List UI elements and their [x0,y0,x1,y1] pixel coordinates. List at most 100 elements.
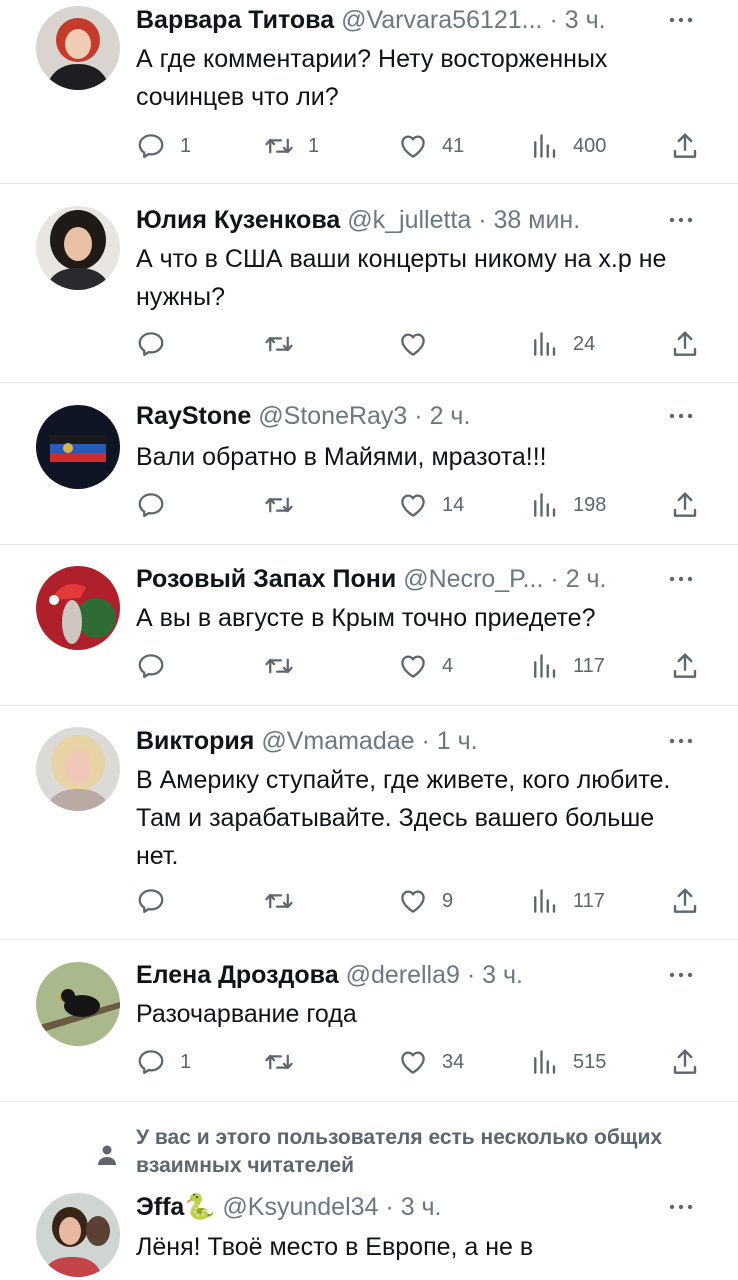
more-dots-icon[interactable] [664,562,698,596]
more-dots-icon[interactable] [664,3,698,37]
views-count: 515 [573,1051,607,1073]
reply-button[interactable] [136,328,180,360]
like-count: 34 [442,1051,465,1073]
author-name[interactable]: Юлия Кузенкова [136,206,340,234]
like-button[interactable]: 4 [398,650,453,682]
views-count: 117 [573,655,605,677]
timestamp[interactable]: 3 ч. [401,1193,442,1221]
more-dots-icon[interactable] [664,724,698,758]
author-handle[interactable]: @derella9 [346,961,460,989]
tweet-header: Розовый Запах Пони @Necro_P... · 2 ч. [136,562,698,596]
tweet-header: RayStone @StoneRay3 · 2 ч. [136,399,698,433]
share-button[interactable] [670,328,700,360]
reply-button[interactable]: 1 [136,130,191,162]
like-button[interactable]: 34 [398,1046,464,1078]
author-handle[interactable]: @Varvara56121... [341,6,542,34]
tweet-header: Виктория @Vmamadae · 1 ч. [136,724,698,758]
like-button[interactable]: 41 [398,130,464,162]
timestamp[interactable]: 2 ч. [430,402,471,430]
like-button[interactable]: 9 [398,885,453,917]
tweet-actions: 14 198 [136,489,706,521]
like-button[interactable] [398,328,442,360]
avatar[interactable] [36,727,120,811]
retweet-button[interactable] [264,885,308,917]
author-handle[interactable]: @StoneRay3 [258,402,407,430]
avatar[interactable] [36,405,120,489]
tweet-1[interactable]: Варвара Титова @Varvara56121... · 3 ч. А… [0,0,738,184]
avatar[interactable] [36,962,120,1046]
tweet-text: В Америку ступайте, где живете, кого люб… [136,766,671,870]
share-button[interactable] [670,885,700,917]
retweet-button[interactable] [264,1046,308,1078]
avatar[interactable] [36,1193,120,1277]
views-button[interactable]: 117 [529,885,605,917]
tweet-2[interactable]: Юлия Кузенкова @k_julletta · 38 мин. А ч… [0,184,738,383]
views-icon [529,131,559,161]
like-button[interactable]: 14 [398,489,464,521]
tweet-header: Юлия Кузенкова @k_julletta · 38 мин. [136,203,698,237]
views-button[interactable]: 24 [529,328,595,360]
author-handle[interactable]: @Vmamadae [261,727,414,755]
author-handle[interactable]: @Necro_P... [403,565,543,593]
share-button[interactable] [670,489,700,521]
author-name[interactable]: RayStone [136,402,251,430]
author-handle[interactable]: @k_julletta [347,206,471,234]
tweet-text: Разочарвание года [136,1000,357,1028]
retweet-button[interactable]: 1 [264,130,319,162]
reply-button[interactable] [136,489,180,521]
tweet-4[interactable]: Розовый Запах Пони @Necro_P... · 2 ч. А … [0,545,738,706]
author-name[interactable]: Елена Дроздова [136,961,339,989]
retweet-button[interactable] [264,650,308,682]
reply-icon [136,329,166,359]
tweet-3[interactable]: RayStone @StoneRay3 · 2 ч. Вали обратно … [0,383,738,545]
heart-icon [398,651,428,681]
timestamp[interactable]: 1 ч. [437,727,478,755]
views-icon [529,651,559,681]
reply-button[interactable] [136,650,180,682]
more-dots-icon[interactable] [664,203,698,237]
author-name[interactable]: Варвара Титова [136,6,334,34]
timestamp[interactable]: 3 ч. [565,6,606,34]
more-dots-icon[interactable] [664,958,698,992]
views-count: 198 [573,494,607,516]
retweet-icon [264,651,294,681]
author-handle[interactable]: @Ksyundel34 [222,1193,378,1221]
timestamp[interactable]: 38 мин. [494,206,581,234]
tweet-actions: 1 34 515 [136,1046,706,1078]
tweet-header: Елена Дроздова @derella9 · 3 ч. [136,958,698,992]
retweet-button[interactable] [264,328,308,360]
retweet-button[interactable] [264,489,308,521]
retweet-icon [264,886,294,916]
views-button[interactable]: 515 [529,1046,606,1078]
tweet-5[interactable]: Виктория @Vmamadae · 1 ч. В Америку ступ… [0,706,738,940]
reply-icon [136,1047,166,1077]
tweet-7[interactable]: Эffa🐍 @Ksyundel34 · 3 ч. Лёня! Твоё мест… [0,1188,738,1280]
views-button[interactable]: 117 [529,650,605,682]
timestamp[interactable]: 2 ч. [566,565,607,593]
author-name[interactable]: Эffa🐍 [136,1193,215,1221]
avatar[interactable] [36,566,120,650]
reply-button[interactable] [136,885,180,917]
separator-dot: · [478,206,487,234]
tweet-6[interactable]: Елена Дроздова @derella9 · 3 ч. Разочарв… [0,940,738,1102]
author-name[interactable]: Розовый Запах Пони [136,565,396,593]
timestamp[interactable]: 3 ч. [482,961,523,989]
retweet-icon [264,490,294,520]
separator-dot: · [550,565,559,593]
heart-icon [398,886,428,916]
views-button[interactable]: 400 [529,130,606,162]
views-button[interactable]: 198 [529,489,606,521]
share-button[interactable] [670,650,700,682]
tweet-text: А где комментарии? Нету восторженных соч… [136,45,608,111]
reply-button[interactable]: 1 [136,1046,191,1078]
reply-icon [136,651,166,681]
more-dots-icon[interactable] [664,399,698,433]
share-button[interactable] [670,130,700,162]
avatar[interactable] [36,206,120,290]
more-dots-icon[interactable] [664,1190,698,1224]
share-icon [670,1047,700,1077]
share-button[interactable] [670,1046,700,1078]
author-name[interactable]: Виктория [136,727,254,755]
tweet-text: А вы в августе в Крым точно приедете? [136,604,596,632]
avatar[interactable] [36,6,120,90]
